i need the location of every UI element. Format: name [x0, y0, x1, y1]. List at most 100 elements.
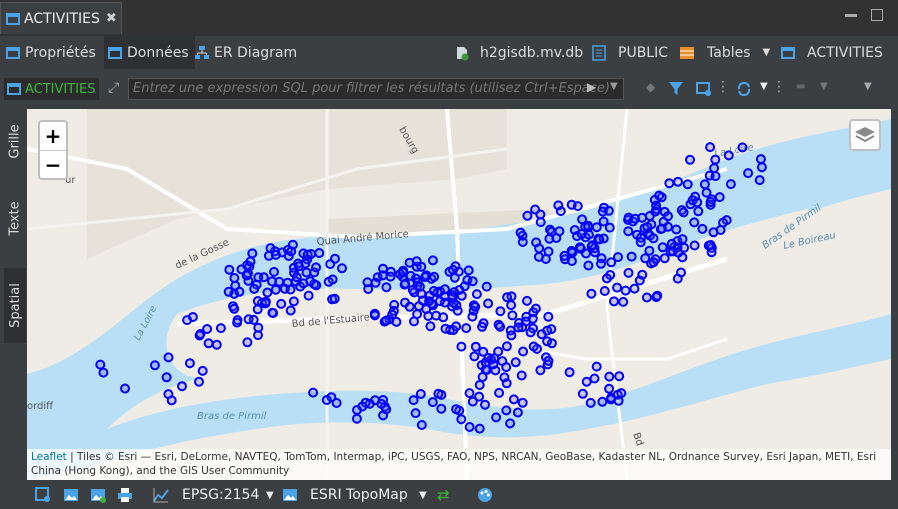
activity-point-marker[interactable]: [493, 346, 504, 357]
activity-point-marker[interactable]: [252, 304, 263, 315]
activity-point-marker[interactable]: [440, 323, 451, 334]
activity-point-marker[interactable]: [501, 405, 512, 416]
activity-point-marker[interactable]: [467, 276, 478, 287]
activity-point-marker[interactable]: [534, 243, 545, 254]
activity-point-marker[interactable]: [620, 285, 631, 296]
side-tab-spatial[interactable]: Spatial: [4, 268, 26, 343]
activity-point-marker[interactable]: [470, 301, 481, 312]
activity-point-marker[interactable]: [650, 206, 661, 217]
toolbar-dropdown-icon[interactable]: ▼: [864, 81, 872, 92]
activity-point-marker[interactable]: [253, 272, 264, 283]
activity-point-marker[interactable]: [323, 276, 334, 287]
activity-point-marker[interactable]: [267, 307, 278, 318]
activity-point-marker[interactable]: [606, 392, 617, 403]
activity-point-marker[interactable]: [604, 371, 615, 382]
activity-point-marker[interactable]: [428, 285, 439, 296]
activity-point-marker[interactable]: [461, 323, 472, 334]
activity-point-marker[interactable]: [637, 212, 648, 223]
activity-point-marker[interactable]: [603, 205, 614, 216]
activity-point-marker[interactable]: [433, 388, 444, 399]
activity-point-marker[interactable]: [352, 405, 362, 415]
activity-point-marker[interactable]: [649, 194, 660, 205]
activity-point-marker[interactable]: [502, 292, 513, 303]
activity-point-marker[interactable]: [689, 217, 700, 228]
activity-point-marker[interactable]: [232, 317, 243, 328]
activity-point-marker[interactable]: [501, 378, 512, 389]
activity-point-marker[interactable]: [331, 398, 342, 408]
activity-point-marker[interactable]: [491, 412, 502, 423]
activity-point-marker[interactable]: [242, 337, 253, 348]
more-options-icon[interactable]: ⋮: [716, 79, 730, 95]
print-icon[interactable]: [117, 487, 133, 503]
activity-point-marker[interactable]: [530, 204, 541, 215]
tab-er-diagram[interactable]: ER Diagram: [195, 36, 297, 69]
activity-point-marker[interactable]: [508, 394, 519, 405]
activity-point-marker[interactable]: [471, 289, 482, 300]
activity-point-marker[interactable]: [710, 171, 721, 182]
activity-point-marker[interactable]: [577, 388, 588, 399]
activity-point-marker[interactable]: [507, 310, 518, 321]
activity-point-marker[interactable]: [385, 271, 396, 282]
activity-point-marker[interactable]: [410, 408, 421, 419]
activity-point-marker[interactable]: [451, 321, 462, 332]
activity-point-marker[interactable]: [652, 290, 663, 301]
activity-point-marker[interactable]: [203, 338, 214, 349]
crs-label[interactable]: EPSG:2154: [182, 487, 259, 503]
activity-point-marker[interactable]: [551, 233, 562, 243]
activity-point-marker[interactable]: [149, 360, 160, 371]
activity-point-marker[interactable]: [464, 388, 475, 399]
activity-point-marker[interactable]: [689, 240, 700, 251]
activity-point-marker[interactable]: [469, 351, 480, 362]
basemap-dropdown-icon[interactable]: ▼: [419, 490, 427, 501]
swap-icon[interactable]: ⇄: [437, 486, 450, 504]
activity-point-marker[interactable]: [329, 293, 340, 304]
activity-point-marker[interactable]: [448, 264, 458, 275]
activity-point-marker[interactable]: [725, 179, 736, 190]
activity-point-marker[interactable]: [429, 271, 440, 282]
zoom-out-button[interactable]: −: [40, 151, 66, 179]
activity-point-marker[interactable]: [528, 341, 539, 352]
activity-point-marker[interactable]: [420, 272, 431, 282]
activity-point-marker[interactable]: [161, 372, 172, 383]
activity-point-marker[interactable]: [697, 223, 708, 234]
activity-point-marker[interactable]: [591, 361, 602, 372]
activity-point-marker[interactable]: [553, 200, 564, 211]
nav-dropdown-icon[interactable]: ▼: [820, 81, 828, 92]
activity-point-marker[interactable]: [575, 242, 585, 253]
close-icon[interactable]: ✖: [106, 11, 117, 26]
activity-point-marker[interactable]: [522, 210, 533, 221]
activity-point-marker[interactable]: [601, 273, 612, 284]
activity-point-marker[interactable]: [285, 305, 296, 316]
run-filter-icon[interactable]: ▶: [587, 80, 596, 94]
activity-point-marker[interactable]: [95, 359, 106, 370]
tab-properties[interactable]: Propriétés: [6, 36, 96, 69]
activity-point-marker[interactable]: [522, 295, 532, 306]
activity-point-marker[interactable]: [163, 352, 174, 363]
activity-point-marker[interactable]: [407, 285, 418, 295]
activity-point-marker[interactable]: [381, 315, 392, 326]
activity-point-marker[interactable]: [308, 387, 319, 398]
image-icon[interactable]: [63, 487, 79, 503]
activity-point-marker[interactable]: [540, 254, 551, 264]
activity-point-marker[interactable]: [381, 282, 392, 293]
activity-point-marker[interactable]: [291, 272, 302, 283]
activity-point-marker[interactable]: [425, 321, 436, 332]
activity-point-marker[interactable]: [306, 249, 316, 259]
activity-point-marker[interactable]: [337, 263, 347, 274]
activity-point-marker[interactable]: [743, 168, 754, 179]
activity-point-marker[interactable]: [447, 292, 458, 303]
chart-icon[interactable]: [153, 487, 169, 503]
activity-point-marker[interactable]: [501, 362, 512, 373]
activity-point-marker[interactable]: [249, 283, 260, 294]
activity-point-marker[interactable]: [677, 234, 688, 245]
activity-point-marker[interactable]: [270, 284, 281, 295]
activity-point-marker[interactable]: [516, 370, 527, 381]
activity-point-marker[interactable]: [705, 240, 716, 250]
activity-point-marker[interactable]: [666, 238, 677, 249]
activity-point-marker[interactable]: [635, 237, 646, 248]
activity-point-marker[interactable]: [612, 282, 623, 293]
activity-point-marker[interactable]: [494, 387, 505, 398]
filter-entity[interactable]: ACTIVITIES: [4, 78, 100, 100]
activity-point-marker[interactable]: [542, 325, 553, 336]
activity-point-marker[interactable]: [723, 150, 734, 161]
